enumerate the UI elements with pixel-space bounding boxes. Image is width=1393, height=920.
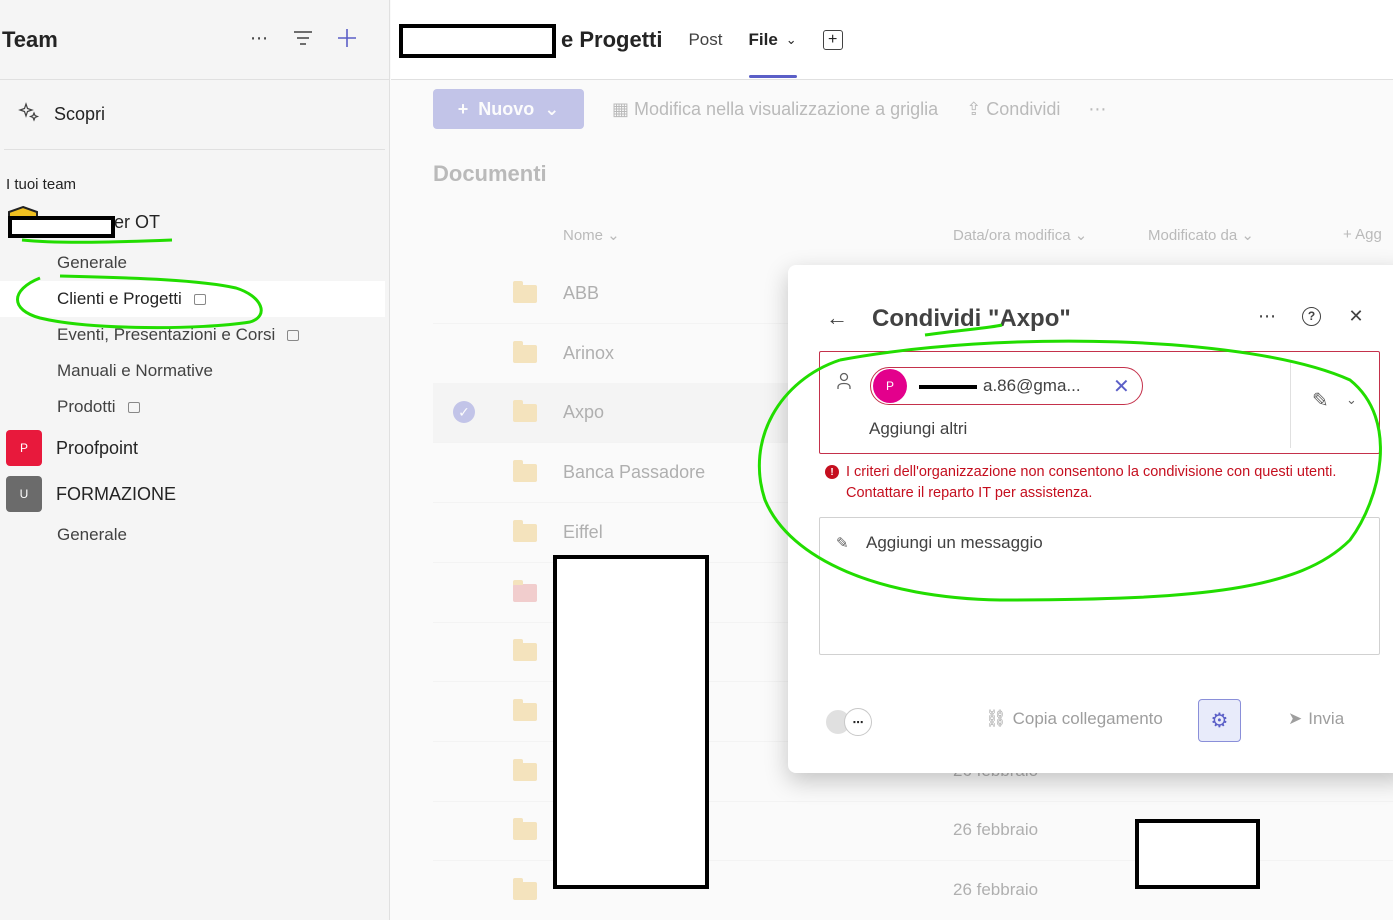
recipient-avatar: P <box>873 369 907 403</box>
file-modified-date: 26 febbraio <box>953 880 1039 899</box>
pencil-icon[interactable]: ✎ <box>1312 388 1329 413</box>
shared-with-avatars[interactable]: ⋯ <box>824 708 874 736</box>
team-item-formazione[interactable]: U FORMAZIONE <box>0 471 389 517</box>
folder-icon <box>513 758 537 781</box>
redaction-box <box>1135 819 1260 889</box>
recipient-email: a.86@gma... <box>919 376 1099 396</box>
folder-icon <box>513 340 537 363</box>
more-icon[interactable]: ⋯ <box>247 26 271 50</box>
sidebar-actions: ⋯ <box>247 26 359 50</box>
add-others-input[interactable]: Aggiungi altri <box>869 419 967 439</box>
folder-icon <box>513 460 537 483</box>
file-name[interactable]: Banca Passadore <box>563 462 705 483</box>
redaction-box <box>8 216 115 238</box>
back-arrow-icon[interactable]: ← <box>826 305 848 331</box>
folder-icon <box>513 878 537 900</box>
teams-section-label: I tuoi team <box>6 176 77 193</box>
team-avatar: P <box>6 430 42 466</box>
more-icon[interactable]: ⋯ <box>1088 99 1106 120</box>
add-tab-icon[interactable]: + <box>822 29 843 50</box>
file-modified-date: 26 febbraio <box>953 820 1039 840</box>
checkmark-icon[interactable]: ✓ <box>453 401 475 424</box>
grid-edit-button[interactable]: ▦ Modifica nella visualizzazione a grigl… <box>612 99 938 120</box>
tab-file[interactable]: File ⌄ <box>748 0 797 80</box>
tab-post[interactable]: Post <box>688 0 722 80</box>
chevron-down-icon[interactable]: ⌄ <box>1346 392 1357 408</box>
channel-eventi[interactable]: Eventi, Presentazioni e Corsi <box>0 317 389 353</box>
team-name: Proofpoint <box>56 437 139 458</box>
discover-label: Scopri <box>54 104 106 124</box>
divider <box>1290 360 1291 448</box>
share-icon: ⇪ <box>966 98 982 119</box>
edit-message-icon: ✎ <box>836 535 849 552</box>
dialog-title: Condividi "Axpo" <box>872 305 1071 332</box>
folder-icon <box>513 698 537 721</box>
message-field[interactable]: ✎ Aggiungi un messaggio <box>819 517 1380 655</box>
redaction-box <box>399 24 556 58</box>
folder-icon <box>513 281 537 303</box>
column-modified[interactable]: Data/ora modifica ⌄ <box>953 226 1087 244</box>
column-name[interactable]: Nome ⌄ <box>563 226 620 244</box>
close-icon[interactable]: ✕ <box>1345 305 1367 327</box>
dialog-footer: ⋯ ⛓ Copia collegamento ⚙ ➤ Invia <box>788 697 1393 743</box>
file-name[interactable]: ABB <box>563 283 599 304</box>
copy-link-button[interactable]: ⛓ Copia collegamento <box>985 709 1163 729</box>
folder-icon <box>513 400 537 423</box>
person-icon <box>836 372 852 395</box>
channel-clienti-progetti[interactable]: Clienti e Progetti <box>0 281 385 317</box>
gear-icon: ⚙ <box>1210 710 1229 732</box>
grid-icon: ▦ <box>612 98 630 119</box>
filter-icon[interactable] <box>291 26 315 50</box>
folder-icon <box>513 639 537 662</box>
send-button[interactable]: ➤ Invia <box>1288 709 1344 729</box>
column-add[interactable]: + Agg <box>1343 226 1382 243</box>
channel-generale-formazione[interactable]: Generale <box>0 517 389 553</box>
settings-button[interactable]: ⚙ <box>1198 699 1241 742</box>
channel-prodotti[interactable]: Prodotti <box>0 389 389 425</box>
recipient-chip[interactable]: P a.86@gma... ✕ <box>870 367 1143 405</box>
file-name[interactable]: Arinox <box>563 343 614 364</box>
sidebar-title: Team <box>2 26 58 52</box>
channel-title: e Progetti <box>561 26 663 52</box>
dialog-actions: ⋯ ? ✕ <box>1256 305 1367 327</box>
help-icon[interactable]: ? <box>1302 306 1321 326</box>
channel-manuali[interactable]: Manuali e Normative <box>0 353 389 389</box>
file-name[interactable]: Axpo <box>563 402 604 423</box>
folder-icon <box>513 818 537 841</box>
file-name[interactable]: Eiffel <box>563 522 603 543</box>
shared-channel-icon <box>287 329 300 341</box>
library-title: Documenti <box>433 161 547 186</box>
recipients-field[interactable]: P a.86@gma... ✕ Aggiungi altri ✎ ⌄ <box>819 351 1380 454</box>
message-placeholder: Aggiungi un messaggio <box>866 533 1043 552</box>
chevron-down-icon: ⌄ <box>544 98 560 119</box>
plus-icon: + <box>457 98 469 119</box>
more-people-icon: ⋯ <box>844 708 872 736</box>
sidebar: Team ⋯ Scopri I tuoi team er OT Generale… <box>0 0 390 920</box>
error-message: ! I criteri dell'organizzazione non cons… <box>825 462 1385 504</box>
send-icon: ➤ <box>1288 709 1303 728</box>
channel-generale[interactable]: Generale <box>0 245 389 281</box>
more-icon[interactable]: ⋯ <box>1256 305 1278 327</box>
files-toolbar: + Nuovo ⌄ ▦ Modifica nella visualizzazione… <box>433 89 1106 129</box>
share-dialog: ← Condividi "Axpo" ⋯ ? ✕ P a.86@gma... ✕… <box>788 265 1393 773</box>
team-name: er OT <box>114 211 161 232</box>
team-avatar: U <box>6 476 42 512</box>
share-button[interactable]: ⇪ Condividi <box>966 99 1060 120</box>
new-button[interactable]: + Nuovo ⌄ <box>433 89 584 129</box>
folder-icon <box>513 579 537 602</box>
error-icon: ! <box>825 465 839 479</box>
remove-recipient-icon[interactable]: ✕ <box>1113 374 1130 399</box>
team-name: FORMAZIONE <box>56 483 176 504</box>
link-icon: ⛓ <box>985 709 1007 728</box>
discover-item[interactable]: Scopri <box>4 80 385 150</box>
sparkle-icon <box>18 101 40 128</box>
add-icon[interactable] <box>335 26 359 50</box>
redaction-box <box>553 555 709 889</box>
team-item-proofpoint[interactable]: P Proofpoint <box>0 425 389 471</box>
shared-channel-icon <box>127 401 140 413</box>
shared-channel-icon <box>193 293 206 305</box>
folder-icon <box>513 519 537 542</box>
chevron-down-icon: ⌄ <box>785 31 797 47</box>
column-modified-by[interactable]: Modificato da ⌄ <box>1148 226 1254 244</box>
